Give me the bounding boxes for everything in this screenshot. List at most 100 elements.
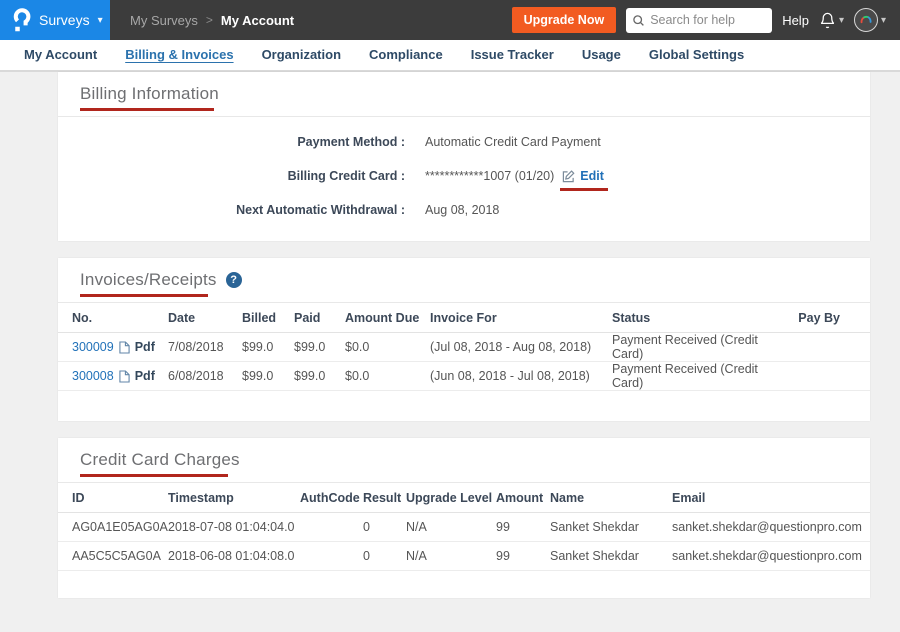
- chevron-down-icon: ▾: [98, 15, 103, 26]
- charge-email: sanket.shekdar@questionpro.com: [672, 549, 862, 563]
- tab-compliance[interactable]: Compliance: [355, 40, 457, 70]
- tab-organization[interactable]: Organization: [248, 40, 355, 70]
- bell-icon: [819, 12, 836, 29]
- annotation-underline: [80, 474, 228, 477]
- tab-usage[interactable]: Usage: [568, 40, 635, 70]
- invoice-amount-due: $0.0: [345, 340, 430, 354]
- charge-row: AA5C5C5AG0A 2018-06-08 01:04:08.0 0 N/A …: [58, 542, 870, 571]
- invoice-number-link[interactable]: 300009: [72, 340, 114, 354]
- invoice-billed: $99.0: [242, 369, 294, 383]
- chevron-down-icon: ▾: [839, 15, 844, 26]
- pdf-file-icon[interactable]: [119, 370, 130, 383]
- tab-issue-tracker[interactable]: Issue Tracker: [457, 40, 568, 70]
- billing-credit-card-row: Billing Credit Card : ************1007 (…: [58, 159, 870, 193]
- edit-pencil-icon: [562, 170, 575, 183]
- col-pay-by: Pay By: [784, 311, 856, 325]
- invoice-status: Payment Received (Credit Card): [612, 362, 784, 390]
- questionpro-logo-icon: [13, 8, 31, 32]
- charge-upgrade-level: N/A: [406, 520, 496, 534]
- invoices-receipts-title: Invoices/Receipts: [80, 270, 217, 290]
- account-tabbar: My Account Billing & Invoices Organizati…: [0, 40, 900, 72]
- breadcrumb-my-surveys[interactable]: My Surveys: [130, 13, 198, 28]
- credit-card-charges-card: Credit Card Charges ID Timestamp AuthCod…: [58, 438, 870, 598]
- billing-credit-card-value: ************1007 (01/20): [425, 169, 554, 183]
- payment-method-value: Automatic Credit Card Payment: [425, 135, 601, 149]
- help-circle-icon[interactable]: ?: [226, 272, 242, 288]
- edit-credit-card-button[interactable]: Edit: [562, 169, 604, 183]
- help-link[interactable]: Help: [782, 13, 809, 28]
- tab-global-settings[interactable]: Global Settings: [635, 40, 758, 70]
- invoice-date: 7/08/2018: [168, 340, 242, 354]
- annotation-underline: [80, 108, 214, 111]
- invoice-row: 300009 Pdf 7/08/2018 $99.0 $99.0 $0.0 (J…: [58, 333, 870, 362]
- tab-billing-invoices[interactable]: Billing & Invoices: [111, 40, 247, 70]
- col-invoice-for: Invoice For: [430, 311, 612, 325]
- account-menu[interactable]: ▾: [854, 8, 886, 32]
- invoices-table-header: No. Date Billed Paid Amount Due Invoice …: [58, 303, 870, 333]
- col-date: Date: [168, 311, 242, 325]
- chevron-down-icon: ▾: [881, 15, 886, 26]
- charge-result: 0: [363, 549, 406, 563]
- charge-amount: 99: [496, 520, 550, 534]
- notifications-button[interactable]: ▾: [819, 12, 844, 29]
- col-amount: Amount: [496, 491, 550, 505]
- invoice-for: (Jun 08, 2018 - Jul 08, 2018): [430, 369, 612, 383]
- charge-timestamp: 2018-06-08 01:04:08.0: [168, 549, 300, 563]
- search-input[interactable]: [650, 13, 766, 27]
- billing-information-card: Billing Information Payment Method : Aut…: [58, 72, 870, 241]
- tab-my-account[interactable]: My Account: [10, 40, 111, 70]
- upgrade-now-button[interactable]: Upgrade Now: [512, 7, 617, 33]
- col-name: Name: [550, 491, 672, 505]
- next-withdrawal-value: Aug 08, 2018: [425, 203, 499, 217]
- col-id: ID: [72, 491, 168, 505]
- charge-result: 0: [363, 520, 406, 534]
- billing-information-title: Billing Information: [80, 84, 219, 104]
- col-amount-due: Amount Due: [345, 311, 430, 325]
- product-switcher[interactable]: Surveys ▾: [0, 0, 110, 40]
- annotation-underline: [560, 188, 608, 191]
- charge-id: AA5C5C5AG0A: [72, 549, 168, 563]
- invoice-date: 6/08/2018: [168, 369, 242, 383]
- product-name: Surveys: [39, 12, 90, 28]
- help-search[interactable]: [626, 8, 772, 33]
- pdf-link[interactable]: Pdf: [135, 369, 155, 383]
- invoice-for: (Jul 08, 2018 - Aug 08, 2018): [430, 340, 612, 354]
- next-withdrawal-label: Next Automatic Withdrawal :: [58, 203, 405, 217]
- invoice-status: Payment Received (Credit Card): [612, 333, 784, 361]
- invoice-amount-due: $0.0: [345, 369, 430, 383]
- billing-credit-card-label: Billing Credit Card :: [58, 169, 405, 183]
- charge-id: AG0A1E05AG0A: [72, 520, 168, 534]
- payment-method-label: Payment Method :: [58, 135, 405, 149]
- col-authcode: AuthCode: [300, 491, 363, 505]
- col-upgrade-level: Upgrade Level: [406, 491, 496, 505]
- annotation-underline: [80, 294, 208, 297]
- edit-link: Edit: [580, 169, 604, 183]
- topbar: Surveys ▾ My Surveys > My Account Upgrad…: [0, 0, 900, 40]
- topbar-actions: Upgrade Now Help ▾: [512, 7, 900, 33]
- invoice-row: 300008 Pdf 6/08/2018 $99.0 $99.0 $0.0 (J…: [58, 362, 870, 391]
- breadcrumb-my-account: My Account: [221, 13, 294, 28]
- chevron-right-icon: >: [206, 13, 213, 27]
- col-timestamp: Timestamp: [168, 491, 300, 505]
- charge-name: Sanket Shekdar: [550, 520, 672, 534]
- pdf-link[interactable]: Pdf: [135, 340, 155, 354]
- pdf-file-icon[interactable]: [119, 341, 130, 354]
- invoice-number-link[interactable]: 300008: [72, 369, 114, 383]
- charge-upgrade-level: N/A: [406, 549, 496, 563]
- invoice-paid: $99.0: [294, 340, 345, 354]
- col-billed: Billed: [242, 311, 294, 325]
- payment-method-row: Payment Method : Automatic Credit Card P…: [58, 125, 870, 159]
- invoice-paid: $99.0: [294, 369, 345, 383]
- credit-card-charges-title: Credit Card Charges: [80, 450, 240, 470]
- charge-timestamp: 2018-07-08 01:04:04.0: [168, 520, 300, 534]
- col-paid: Paid: [294, 311, 345, 325]
- avatar: [854, 8, 878, 32]
- charge-name: Sanket Shekdar: [550, 549, 672, 563]
- col-result: Result: [363, 491, 406, 505]
- charge-email: sanket.shekdar@questionpro.com: [672, 520, 862, 534]
- invoices-receipts-card: Invoices/Receipts ? No. Date Billed Paid…: [58, 258, 870, 421]
- charges-table-header: ID Timestamp AuthCode Result Upgrade Lev…: [58, 483, 870, 513]
- next-withdrawal-row: Next Automatic Withdrawal : Aug 08, 2018: [58, 193, 870, 227]
- charge-row: AG0A1E05AG0A 2018-07-08 01:04:04.0 0 N/A…: [58, 513, 870, 542]
- col-email: Email: [672, 491, 856, 505]
